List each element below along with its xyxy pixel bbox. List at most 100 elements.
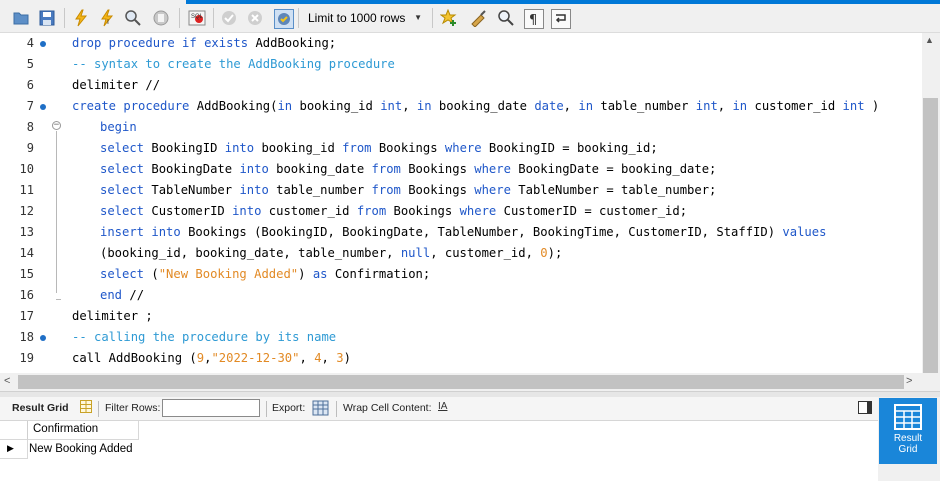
text-token: Confirmation;: [334, 267, 431, 281]
keyword-token: into: [239, 162, 277, 176]
result-grid[interactable]: Confirmation ▶ New Booking Added: [0, 421, 878, 481]
execute-current-icon[interactable]: I: [98, 9, 116, 27]
bookmark-icon[interactable]: [440, 9, 458, 27]
code-line[interactable]: 16 end //: [0, 285, 920, 306]
beautify-icon[interactable]: [470, 9, 488, 27]
code-line[interactable]: 6 delimiter //: [0, 75, 920, 96]
toggle-panel-icon[interactable]: [858, 401, 872, 414]
keyword-token: select: [100, 162, 152, 176]
code-line[interactable]: 5 -- syntax to create the AddBooking proc…: [0, 54, 920, 75]
code-text: select BookingDate into booking_date fro…: [100, 162, 716, 176]
invisible-chars-icon[interactable]: ¶: [524, 9, 544, 29]
text-token: AddBooking;: [255, 36, 337, 50]
code-line[interactable]: 9 select BookingID into booking_id from B…: [0, 138, 920, 159]
keyword-token: int: [380, 99, 403, 113]
sql-editor[interactable]: 4 drop procedure if exists AddBooking; 5 --…: [0, 33, 922, 373]
text-token: ,: [299, 351, 315, 365]
keyword-token: drop procedure if exists: [72, 36, 256, 50]
code-text: delimiter //: [72, 78, 160, 92]
scroll-up-icon[interactable]: ▲: [925, 35, 934, 45]
line-number: 9: [26, 141, 34, 155]
scroll-left-icon[interactable]: <: [4, 375, 10, 387]
line-number: 13: [19, 225, 34, 239]
text-token: (: [151, 267, 159, 281]
filter-rows-input[interactable]: [162, 399, 260, 417]
grid-cell[interactable]: New Booking Added: [28, 440, 139, 459]
execute-icon[interactable]: [72, 9, 90, 27]
line-number: 11: [19, 183, 34, 197]
text-token: Bookings (BookingID, BookingDate, TableN…: [188, 225, 783, 239]
text-token: table_number: [276, 183, 372, 197]
toolbar-separator: [336, 401, 337, 417]
code-line[interactable]: 18 -- calling the procedure by its name: [0, 327, 920, 348]
code-line[interactable]: 12 select CustomerID into customer_id fro…: [0, 201, 920, 222]
keyword-token: from: [342, 141, 379, 155]
toggle-error-icon[interactable]: SQL: [188, 9, 206, 27]
text-token: CustomerID: [151, 204, 233, 218]
svg-text:¶: ¶: [529, 13, 537, 28]
export-label: Export:: [272, 402, 306, 414]
wrap-cell-icon[interactable]: IA: [438, 401, 447, 412]
vertical-scroll-thumb[interactable]: [923, 98, 938, 386]
code-line[interactable]: 4 drop procedure if exists AddBooking;: [0, 33, 920, 54]
text-token: TableNumber: [151, 183, 240, 197]
code-line[interactable]: 14 (booking_id, booking_date, table_numbe…: [0, 243, 920, 264]
limit-rows-select[interactable]: Limit to 1000 rows ▼: [302, 7, 426, 29]
keyword-token: in: [732, 99, 755, 113]
code-text: (booking_id, booking_date, table_number,…: [100, 246, 562, 260]
grid-icon[interactable]: [80, 400, 92, 413]
vertical-scrollbar[interactable]: ▲: [922, 33, 940, 386]
rollback-icon[interactable]: [246, 9, 264, 27]
line-number: 8: [26, 120, 34, 134]
code-text: end //: [100, 288, 144, 302]
keyword-token: into: [239, 183, 277, 197]
code-line[interactable]: 15 select ("New Booking Added") as Confir…: [0, 264, 920, 285]
result-grid-button[interactable]: Result Grid: [879, 398, 937, 464]
commit-icon[interactable]: [220, 9, 238, 27]
keyword-token: select: [100, 141, 152, 155]
text-token: Bookings: [378, 141, 445, 155]
code-text: select TableNumber into table_number fro…: [100, 183, 716, 197]
code-text: insert into Bookings (BookingID, Booking…: [100, 225, 826, 239]
open-file-icon[interactable]: [12, 9, 30, 27]
code-line[interactable]: 7 create procedure AddBooking(in booking_…: [0, 96, 920, 117]
filter-rows-label: Filter Rows:: [105, 402, 161, 414]
code-line[interactable]: 11 select TableNumber into table_number f…: [0, 180, 920, 201]
code-line[interactable]: 19 call AddBooking (9,"2022-12-30", 4, 3): [0, 348, 920, 369]
literal-token: 0: [540, 246, 548, 260]
text-token: delimiter //: [72, 78, 161, 92]
stop-icon[interactable]: [152, 9, 170, 27]
column-header-confirmation[interactable]: Confirmation: [28, 421, 139, 440]
horizontal-scroll-thumb[interactable]: [18, 375, 904, 389]
result-grid-label[interactable]: Result Grid: [12, 402, 69, 414]
current-row-arrow-icon: ▶: [7, 443, 14, 453]
text-token: ,: [321, 351, 337, 365]
fold-toggle-icon[interactable]: −: [52, 121, 61, 130]
explain-icon[interactable]: [124, 9, 142, 27]
keyword-token: where: [459, 204, 504, 218]
wrap-icon[interactable]: [551, 9, 571, 29]
keyword-token: int: [695, 99, 718, 113]
scroll-right-icon[interactable]: >: [906, 375, 912, 387]
export-icon[interactable]: [312, 400, 329, 416]
keyword-token: in: [416, 99, 439, 113]
row-selector[interactable]: ▶: [0, 440, 28, 459]
keyword-token: as: [312, 267, 335, 281]
line-number: 15: [19, 267, 34, 281]
keyword-token: select: [100, 183, 152, 197]
code-line[interactable]: 17 delimiter ;: [0, 306, 920, 327]
horizontal-scrollbar[interactable]: < >: [0, 373, 922, 391]
keyword-token: create procedure: [72, 99, 197, 113]
text-token: AddBooking(: [196, 99, 278, 113]
autocommit-icon[interactable]: [274, 9, 294, 29]
code-line[interactable]: 10 select BookingDate into booking_date f…: [0, 159, 920, 180]
save-icon[interactable]: [38, 9, 56, 27]
text-token: //: [129, 288, 145, 302]
code-text: -- calling the procedure by its name: [72, 330, 336, 344]
code-text: drop procedure if exists AddBooking;: [72, 36, 336, 50]
find-icon[interactable]: [497, 9, 515, 27]
fold-guide: [56, 131, 57, 293]
statement-marker-icon: [40, 104, 46, 110]
code-line[interactable]: 13 insert into Bookings (BookingID, Booki…: [0, 222, 920, 243]
code-line[interactable]: 8 − begin: [0, 117, 920, 138]
